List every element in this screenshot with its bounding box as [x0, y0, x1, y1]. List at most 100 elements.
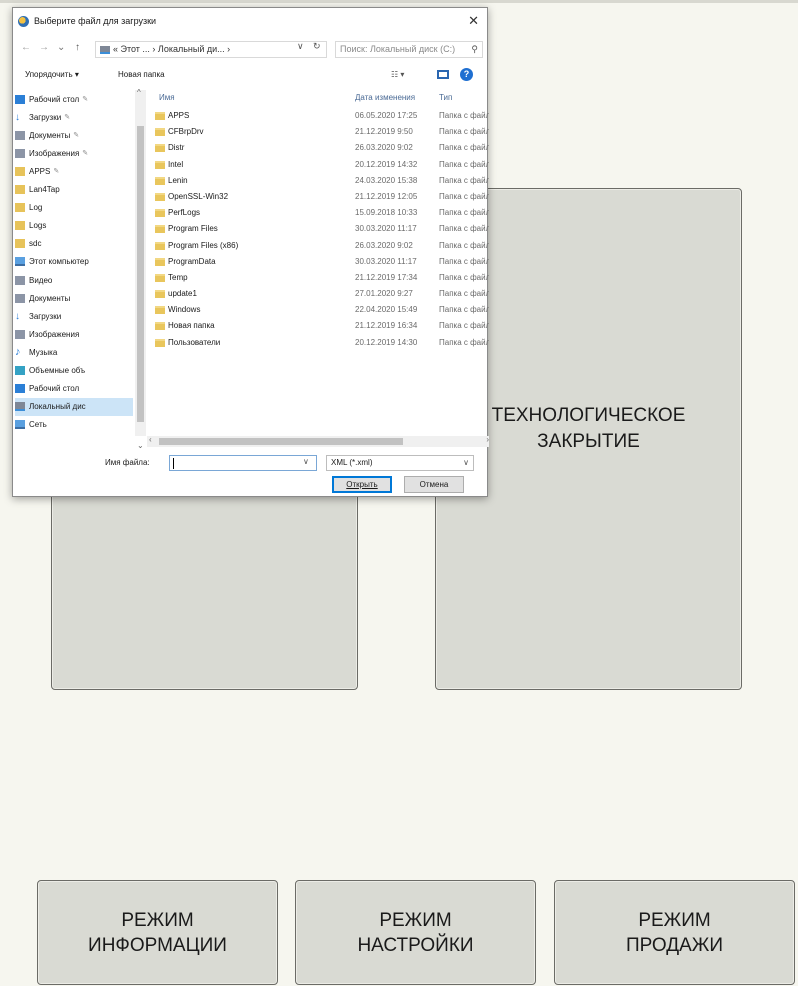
nav-item[interactable]: Изображения [15, 325, 79, 343]
path-dropdown-icon[interactable]: ∨ [297, 41, 304, 52]
nav-item[interactable]: Изображения ✎ [15, 144, 88, 162]
close-icon[interactable]: ✕ [468, 13, 479, 29]
back-arrow-icon[interactable]: ← [21, 42, 31, 53]
nav-item[interactable]: Локальный дис [15, 397, 133, 416]
nav-item[interactable]: Сеть [15, 416, 47, 433]
search-input[interactable]: Поиск: Локальный диск (C:) ⚲ [335, 41, 483, 58]
nav-scroll-thumb[interactable] [137, 126, 144, 422]
file-row[interactable]: update1 27.01.2020 9:27 Папка с файлами [149, 287, 489, 303]
file-row[interactable]: Program Files (x86) 26.03.2020 9:02 Папка … [149, 239, 489, 255]
nav-item[interactable]: Документы [15, 289, 70, 307]
filename-dropdown-icon[interactable]: ∨ [303, 457, 309, 466]
settings-mode-button[interactable]: РЕЖИМ НАСТРОЙКИ [295, 880, 536, 985]
nav-item[interactable]: Рабочий стол ✎ [15, 90, 88, 108]
nav-item[interactable]: Видео [15, 271, 52, 289]
arrow-icon: ↓ [15, 310, 20, 322]
filename-input[interactable] [169, 455, 317, 471]
file-type-value: XML (*.xml) [331, 458, 373, 467]
gray-icon [15, 275, 25, 285]
file-row[interactable]: Пользователи 20.12.2019 14:30 Папка с файл… [149, 336, 489, 352]
file-row[interactable]: Новая папка 21.12.2019 16:34 Папка с файла… [149, 319, 489, 335]
navigation-pane: Рабочий стол ✎ ↓ Загрузки ✎ Документы ✎ Изображ… [13, 88, 135, 433]
nav-item-label: Рабочий стол [29, 384, 80, 394]
column-header-type[interactable]: Тип [439, 93, 452, 102]
view-options-icon[interactable]: ☷ ▾ [391, 70, 404, 79]
nav-item-label: Этот компьютер [29, 257, 89, 267]
pc-icon [15, 257, 25, 267]
file-type: Папка с файлами [439, 175, 489, 185]
nav-item[interactable]: Этот компьютер [15, 253, 89, 271]
open-button[interactable]: Открыть [332, 476, 392, 493]
settings-mode-label: РЕЖИМ НАСТРОЙКИ [357, 909, 474, 956]
path-field[interactable]: « Этот ... › Локальный ди... › [95, 41, 327, 58]
file-date: 20.12.2019 14:32 [355, 159, 418, 169]
scroll-left-icon[interactable]: ‹ [149, 435, 152, 444]
up-arrow-icon[interactable]: ↑ [75, 42, 80, 53]
organize-menu[interactable]: Упорядочить ▾ [25, 70, 79, 79]
file-date: 22.04.2020 15:49 [355, 305, 418, 315]
chevron-down-icon[interactable]: ⌄ [57, 42, 65, 53]
horizontal-scroll-thumb[interactable] [159, 438, 403, 445]
nav-item[interactable]: Log [15, 199, 42, 217]
scroll-right-icon[interactable]: › [486, 435, 489, 444]
file-type: Папка с файлами [439, 256, 489, 266]
sale-mode-button[interactable]: РЕЖИМ ПРОДАЖИ [554, 880, 795, 985]
scroll-down-icon[interactable]: ⌄ [137, 441, 144, 450]
file-list: APPS06.05.2020 17:25Папка с файламиCFBrp… [149, 109, 489, 352]
nav-item-label: Загрузки [29, 112, 62, 122]
file-type-select[interactable]: XML (*.xml) ∨ [326, 455, 474, 471]
nav-item[interactable]: sdc [15, 235, 41, 253]
new-folder-button[interactable]: Новая папка [118, 70, 165, 79]
help-icon[interactable]: ? [460, 68, 473, 81]
file-row[interactable]: Windows 22.04.2020 15:49 Папка с файлами [149, 303, 489, 319]
scroll-up-icon[interactable]: ^ [137, 88, 141, 97]
pin-icon: ✎ [82, 150, 89, 158]
nav-item[interactable]: ♪ Музыка [15, 343, 57, 361]
file-open-dialog: Выберите файл для загрузки ✕ ← → ⌄ ↑ « Э… [12, 7, 489, 497]
nav-item-label: Logs [29, 221, 47, 231]
horizontal-scrollbar[interactable]: ‹ › [147, 435, 489, 447]
nav-vertical-scrollbar[interactable]: ^ ⌄ [135, 88, 146, 450]
nav-item[interactable]: Документы ✎ [15, 126, 79, 144]
file-row[interactable]: OpenSSL-Win32 21.12.2019 12:05 Папка с фай… [149, 190, 489, 206]
forward-arrow-icon[interactable]: → [39, 42, 49, 53]
file-type: Папка с файлами [439, 224, 489, 234]
dialog-titlebar[interactable]: Выберите файл для загрузки ✕ [13, 8, 487, 34]
file-row[interactable]: Distr 26.03.2020 9:02 Папка с файлами [149, 141, 489, 157]
file-row[interactable]: CFBrpDrv 21.12.2019 9:50 Папка с файлами [149, 125, 489, 141]
dialog-toolbar: Упорядочить ▾ Новая папка ☷ ▾ ? [13, 66, 487, 86]
pin-icon: ✎ [82, 96, 89, 103]
file-date: 20.12.2019 14:30 [355, 337, 418, 347]
preview-pane-icon[interactable] [437, 70, 449, 79]
dialog-title: Выберите файл для загрузки [34, 16, 157, 26]
column-header-name[interactable]: Имя [159, 93, 175, 102]
nav-item[interactable]: ↓ Загрузки [15, 307, 61, 325]
technological-closing-label: ТЕХНОЛОГИЧЕСКОЕ ЗАКРЫТИЕ [491, 405, 686, 452]
file-name: Program Files [168, 224, 218, 234]
file-row[interactable]: Lenin 24.03.2020 15:38 Папка с файлами [149, 174, 489, 190]
nav-item[interactable]: Logs [15, 217, 46, 235]
nav-item[interactable]: ↓ Загрузки ✎ [15, 108, 70, 126]
nav-item[interactable]: Lan4Tap [15, 181, 60, 199]
nav-item[interactable]: APPS ✎ [15, 162, 59, 180]
file-row[interactable]: ProgramData 30.03.2020 11:17 Папка с файла… [149, 255, 489, 271]
file-name: Distr [168, 143, 185, 153]
file-row[interactable]: Program Files 30.03.2020 11:17 Папка с фай… [149, 222, 489, 238]
refresh-icon[interactable]: ↻ [313, 41, 321, 52]
top-border [0, 0, 798, 3]
folder-icon [155, 290, 165, 299]
file-row[interactable]: Intel 20.12.2019 14:32 Папка с файлами [149, 158, 489, 174]
file-row[interactable]: APPS 06.05.2020 17:25 Папка с файлами [149, 109, 489, 125]
column-header-date[interactable]: Дата изменения [355, 93, 415, 102]
file-row[interactable]: Temp 21.12.2019 17:34 Папка с файлами [149, 271, 489, 287]
sale-mode-label: РЕЖИМ ПРОДАЖИ [625, 909, 723, 956]
nav-item[interactable]: Рабочий стол [15, 380, 79, 398]
info-mode-button[interactable]: РЕЖИМ ИНФОРМАЦИИ [37, 880, 278, 985]
file-type: Папка с файлами [439, 159, 489, 169]
nav-item[interactable]: Объемные объ [15, 362, 85, 380]
yellow-icon [15, 221, 25, 231]
cancel-button[interactable]: Отмена [404, 476, 464, 493]
yellow-icon [15, 166, 25, 176]
file-name: Lenin [168, 175, 188, 185]
file-row[interactable]: PerfLogs 15.09.2018 10:33 Папка с файлами [149, 206, 489, 222]
